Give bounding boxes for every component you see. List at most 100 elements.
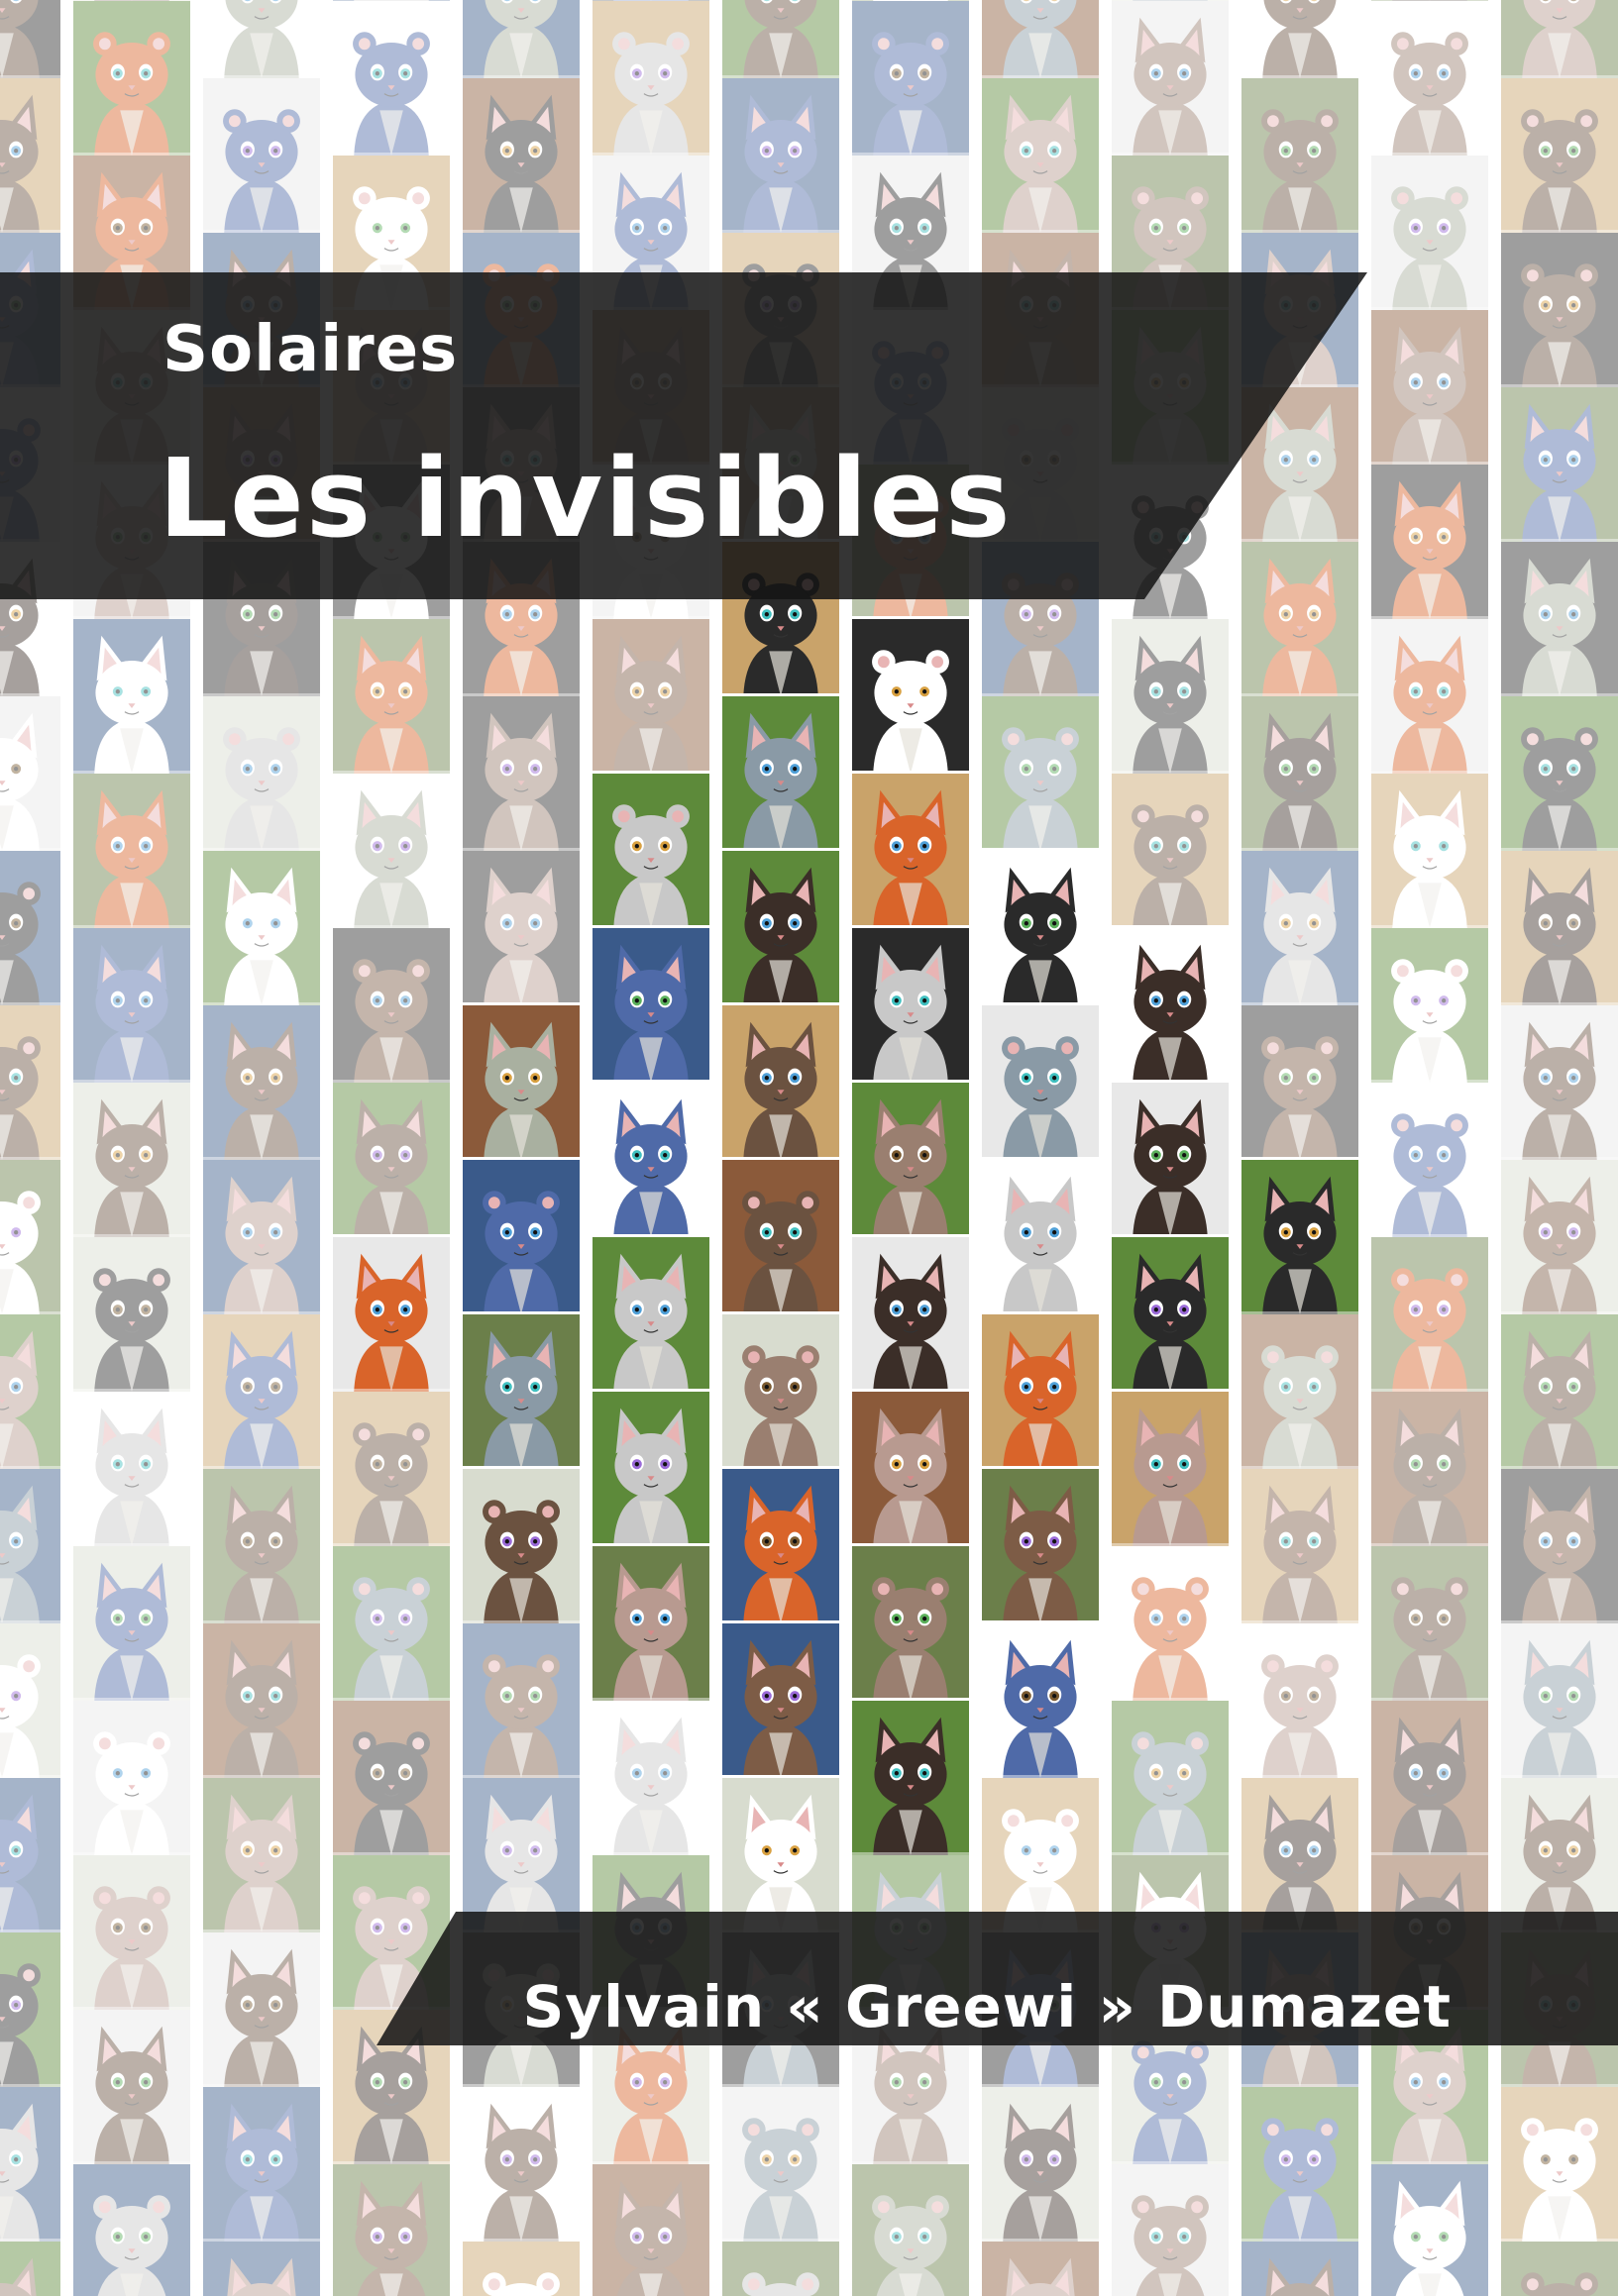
cat-portrait-icon: [203, 1932, 320, 2087]
cat-portrait-tile: [1498, 1620, 1618, 1781]
cat-portrait-icon: [0, 78, 60, 233]
cat-portrait-icon: [1371, 1083, 1488, 1237]
cat-portrait-icon: [1501, 1469, 1618, 1623]
cat-portrait-icon: [73, 1, 190, 156]
cat-portrait-icon: [463, 1005, 580, 1160]
cat-portrait-tile: [979, 1002, 1102, 1163]
cat-portrait-icon: [1501, 1314, 1618, 1469]
cat-portrait-icon: [0, 851, 60, 1005]
cat-portrait-tile: [719, 848, 842, 1008]
cat-portrait-icon: [0, 0, 60, 78]
cat-portrait-icon: [0, 2242, 60, 2296]
cat-portrait-tile: [979, 2239, 1102, 2296]
cat-portrait-tile: [330, 616, 453, 777]
cat-portrait-tile: [1239, 1157, 1361, 1317]
cat-portrait-tile: [70, 1543, 193, 1704]
cat-portrait-icon: [593, 1701, 709, 1855]
cat-portrait-icon: [73, 1855, 190, 2010]
cat-portrait-tile: [460, 1002, 583, 1163]
cat-portrait-icon: [982, 1469, 1099, 1623]
cat-portrait-icon: [1501, 1623, 1618, 1778]
cat-portrait-tile: [849, 1389, 972, 1549]
cat-portrait-icon: [1241, 0, 1358, 78]
cat-portrait-icon: [463, 1469, 580, 1623]
cat-portrait-tile: [1498, 384, 1618, 545]
cat-portrait-icon: [1241, 233, 1358, 387]
cat-portrait-icon: [203, 542, 320, 696]
cat-portrait-icon: [1371, 774, 1488, 928]
cat-portrait-icon: [1241, 1005, 1358, 1160]
cat-portrait-icon: [1241, 2087, 1358, 2242]
cat-portrait-icon: [203, 2087, 320, 2242]
cat-portrait-tile: [200, 1311, 323, 1472]
cat-portrait-tile: [979, 848, 1102, 1008]
cat-portrait-tile: [1368, 1080, 1491, 1240]
cat-portrait-tile: [719, 2084, 842, 2244]
cat-portrait-icon: [1112, 1546, 1229, 1701]
cat-portrait-icon: [203, 1005, 320, 1160]
cat-portrait-icon: [1112, 928, 1229, 1083]
cat-portrait-tile: [719, 539, 842, 699]
cat-portrait-icon: [593, 928, 709, 1083]
cat-portrait-tile: [330, 1234, 453, 1395]
cat-portrait-tile: [200, 2239, 323, 2296]
cat-portrait-tile: [1239, 1002, 1361, 1163]
cat-portrait-tile: [590, 616, 712, 777]
cat-portrait-icon: [722, 2242, 839, 2296]
cat-portrait-icon: [463, 1778, 580, 1932]
cat-portrait-icon: [722, 542, 839, 696]
cat-portrait-tile: [1368, 153, 1491, 313]
cat-portrait-tile: [1109, 307, 1232, 468]
cat-portrait-icon: [1371, 1701, 1488, 1855]
series-title: Solaires: [162, 313, 459, 386]
cat-portrait-tile: [1498, 1311, 1618, 1472]
cat-portrait-tile: [1498, 1002, 1618, 1163]
cat-portrait-icon: [722, 1005, 839, 1160]
cat-portrait-tile: [979, 230, 1102, 390]
cat-portrait-tile: [1368, 462, 1491, 622]
cat-portrait-icon: [0, 233, 60, 387]
cat-portrait-tile: [590, 1389, 712, 1549]
cat-portrait-tile: [0, 848, 63, 1008]
cat-portrait-tile: [200, 75, 323, 236]
cat-portrait-tile: [849, 1080, 972, 1240]
cat-portrait-icon: [1241, 1160, 1358, 1314]
cat-portrait-icon: [463, 0, 580, 78]
cat-portrait-icon: [1371, 619, 1488, 774]
cat-portrait-icon: [722, 78, 839, 233]
cat-portrait-icon: [722, 0, 839, 78]
cat-portrait-icon: [203, 1623, 320, 1778]
cat-portrait-icon: [852, 1392, 969, 1546]
cat-portrait-tile: [590, 2161, 712, 2296]
cat-portrait-tile: [1109, 0, 1232, 158]
cat-portrait-tile: [1368, 2161, 1491, 2296]
cat-portrait-tile: [849, 2161, 972, 2296]
cat-portrait-icon: [1371, 310, 1488, 465]
cat-portrait-icon: [1501, 1778, 1618, 1932]
cat-portrait-icon: [852, 774, 969, 928]
cat-portrait-icon: [1501, 0, 1618, 78]
cat-portrait-icon: [1501, 2087, 1618, 2242]
cat-portrait-tile: [1498, 693, 1618, 854]
cat-portrait-tile: [0, 1311, 63, 1472]
cat-portrait-icon: [333, 1392, 450, 1546]
cat-portrait-tile: [849, 1543, 972, 1704]
cat-portrait-tile: [590, 153, 712, 313]
cat-portrait-tile: [719, 2239, 842, 2296]
cat-portrait-icon: [982, 1160, 1099, 1314]
cat-portrait-icon: [0, 1160, 60, 1314]
cat-portrait-icon: [333, 1701, 450, 1855]
cat-portrait-icon: [1112, 1083, 1229, 1237]
cat-portrait-icon: [1371, 156, 1488, 310]
cat-portrait-tile: [1498, 230, 1618, 390]
cat-portrait-icon: [203, 1314, 320, 1469]
cat-portrait-tile: [330, 1543, 453, 1704]
cat-portrait-icon: [593, 1, 709, 156]
cat-portrait-icon: [852, 928, 969, 1083]
cat-portrait-tile: [70, 1698, 193, 1858]
cat-portrait-icon: [0, 1469, 60, 1623]
cat-portrait-tile: [1498, 2084, 1618, 2244]
cat-portrait-tile: [1239, 539, 1361, 699]
cat-portrait-tile: [200, 0, 323, 81]
cat-portrait-tile: [719, 1775, 842, 1935]
